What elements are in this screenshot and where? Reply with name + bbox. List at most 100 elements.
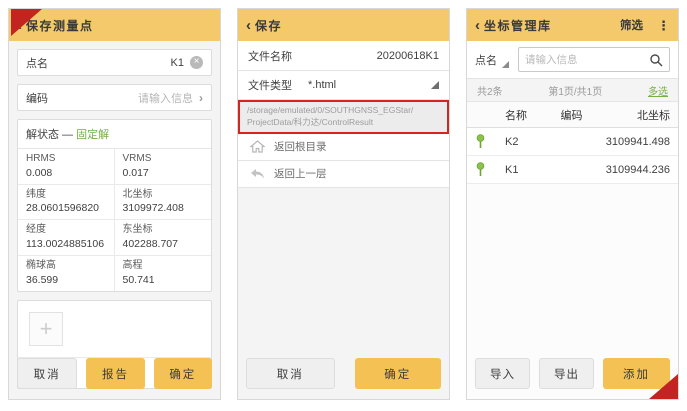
stat-ellipsoid-height: 椭球高 36.599 — [18, 256, 115, 291]
point-north: 3109944.236 — [563, 164, 670, 176]
table-row[interactable]: K1 3109944.236 — [467, 156, 678, 184]
export-button[interactable]: 导出 — [539, 358, 594, 389]
solution-state-label: 解状态 — — [26, 129, 73, 141]
file-type-row[interactable]: 文件类型 *.html — [238, 71, 449, 100]
point-north: 3109941.498 — [563, 136, 670, 148]
import-button[interactable]: 导入 — [475, 358, 530, 389]
cancel-button[interactable]: 取消 — [246, 358, 335, 389]
stat-value: 0.017 — [123, 166, 204, 180]
go-root-label: 返回根目录 — [274, 139, 327, 154]
more-menu-icon[interactable]: ⋮ — [657, 19, 670, 32]
stat-east: 东坐标 402288.707 — [115, 220, 212, 256]
ok-button[interactable]: 确定 — [355, 358, 442, 389]
stat-label: 椭球高 — [26, 259, 106, 273]
page-title: 保存 — [255, 17, 282, 34]
stat-value: 0.008 — [26, 166, 106, 180]
point-pin-icon — [475, 162, 486, 177]
back-arrow-icon — [250, 168, 265, 180]
code-placeholder: 请输入信息 — [138, 90, 193, 106]
point-name: K2 — [505, 136, 563, 148]
annotation-corner-triangle-icon — [11, 9, 42, 36]
back-icon[interactable]: ‹ — [475, 18, 480, 33]
point-name: K1 — [505, 164, 563, 176]
plus-icon: + — [40, 318, 53, 340]
stat-label: 经度 — [26, 223, 106, 237]
stat-label: 纬度 — [26, 188, 106, 202]
table-row[interactable]: K2 3109941.498 — [467, 128, 678, 156]
photo-thumbnails: + — [18, 301, 211, 357]
search-input[interactable] — [525, 54, 649, 66]
dropdown-corner-icon — [502, 61, 509, 68]
bottom-buttons: 导入 导出 添加 — [475, 358, 670, 389]
col-header-name: 名称 — [467, 107, 555, 123]
file-type-value: *.html — [308, 79, 336, 91]
clear-icon[interactable]: × — [190, 56, 203, 69]
solution-state-row: 解状态 — 固定解 — [18, 120, 211, 149]
stat-value: 50.741 — [123, 273, 204, 287]
add-photo-button[interactable]: + — [29, 312, 63, 346]
bottom-buttons: 取消 确定 — [246, 358, 441, 389]
point-name-value: K1 — [171, 57, 184, 69]
stat-north: 北坐标 3109972.408 — [115, 185, 212, 221]
search-icon[interactable] — [649, 53, 663, 67]
go-root-item[interactable]: 返回根目录 — [238, 134, 449, 161]
path-line-2: ProjectData/科力达/ControlResult — [247, 117, 440, 129]
annotation-corner-triangle-icon — [649, 374, 678, 399]
stats-grid: HRMS 0.008 VRMS 0.017 纬度 28.0601596820 北… — [18, 149, 211, 291]
stat-hrms: HRMS 0.008 — [18, 149, 115, 185]
stat-label: 北坐标 — [123, 188, 204, 202]
position-info-panel: 解状态 — 固定解 HRMS 0.008 VRMS 0.017 纬度 28.06… — [17, 119, 212, 292]
stat-elevation: 高程 50.741 — [115, 256, 212, 291]
stat-label: 高程 — [123, 259, 204, 273]
search-box — [518, 47, 670, 72]
panel-save-measure-point: ‹ 保存测量点 点名 K1 × 编码 请输入信息 › 解状态 — 固定解 — [8, 8, 221, 400]
solution-state-value: 固定解 — [76, 129, 109, 141]
col-header-code: 编码 — [555, 107, 588, 123]
back-icon[interactable]: ‹ — [246, 18, 251, 33]
chevron-right-icon: › — [199, 91, 203, 105]
file-name-row[interactable]: 文件名称 20200618K1 — [238, 41, 449, 71]
stat-value: 113.0024885106 — [26, 237, 106, 251]
go-up-item[interactable]: 返回上一层 — [238, 161, 449, 188]
stat-label: VRMS — [123, 152, 204, 166]
page-title: 坐标管理库 — [484, 17, 552, 34]
panel-save-file: ‹ 保存 文件名称 20200618K1 文件类型 *.html /storag… — [237, 8, 450, 400]
point-pin-icon — [475, 134, 486, 149]
table-header: 名称 编码 北坐标 — [467, 102, 678, 128]
page-indicator: 第1页/共1页 — [503, 83, 648, 98]
code-field[interactable]: 编码 请输入信息 › — [17, 84, 212, 111]
go-up-label: 返回上一层 — [274, 166, 327, 181]
stat-longitude: 经度 113.0024885106 — [18, 220, 115, 256]
titlebar-coordinate-library: ‹ 坐标管理库 筛选 ⋮ — [467, 9, 678, 41]
file-name-label: 文件名称 — [248, 48, 292, 64]
stat-value: 36.599 — [26, 273, 106, 287]
dropdown-corner-icon — [431, 81, 439, 89]
search-row: 点名 — [467, 41, 678, 79]
point-name-field[interactable]: 点名 K1 × — [17, 49, 212, 76]
stat-vrms: VRMS 0.017 — [115, 149, 212, 185]
path-line-1: /storage/emulated/0/SOUTHGNSS_EGStar/ — [247, 105, 440, 117]
stat-value: 28.0601596820 — [26, 201, 106, 215]
total-count: 共2条 — [477, 83, 503, 98]
file-type-label: 文件类型 — [248, 77, 292, 93]
stat-label: HRMS — [26, 152, 106, 166]
stat-label: 东坐标 — [123, 223, 204, 237]
stat-latitude: 纬度 28.0601596820 — [18, 185, 115, 221]
filter-button[interactable]: 筛选 — [620, 17, 643, 33]
titlebar-save-file: ‹ 保存 — [238, 9, 449, 41]
current-path-box: /storage/emulated/0/SOUTHGNSS_EGStar/ Pr… — [238, 100, 449, 134]
stat-value: 402288.707 — [123, 237, 204, 251]
report-button[interactable]: 报告 — [86, 358, 144, 389]
save-point-form: 点名 K1 × 编码 请输入信息 › 解状态 — 固定解 HRMS — [9, 41, 220, 399]
file-name-value: 20200618K1 — [377, 50, 439, 62]
pagination-row: 共2条 第1页/共1页 多选 — [467, 79, 678, 102]
bottom-buttons: 取消 报告 确定 — [17, 358, 212, 389]
cancel-button[interactable]: 取消 — [17, 358, 77, 389]
home-icon — [250, 140, 265, 153]
panel-coordinate-library: ‹ 坐标管理库 筛选 ⋮ 点名 共2条 第1页/共1页 多选 名称 编码 北坐标 — [466, 8, 679, 400]
multiselect-link[interactable]: 多选 — [648, 83, 668, 98]
search-field-selector[interactable]: 点名 — [475, 50, 509, 70]
search-field-label: 点名 — [475, 52, 497, 68]
ok-button[interactable]: 确定 — [154, 358, 212, 389]
col-header-north: 北坐标 — [588, 107, 678, 123]
